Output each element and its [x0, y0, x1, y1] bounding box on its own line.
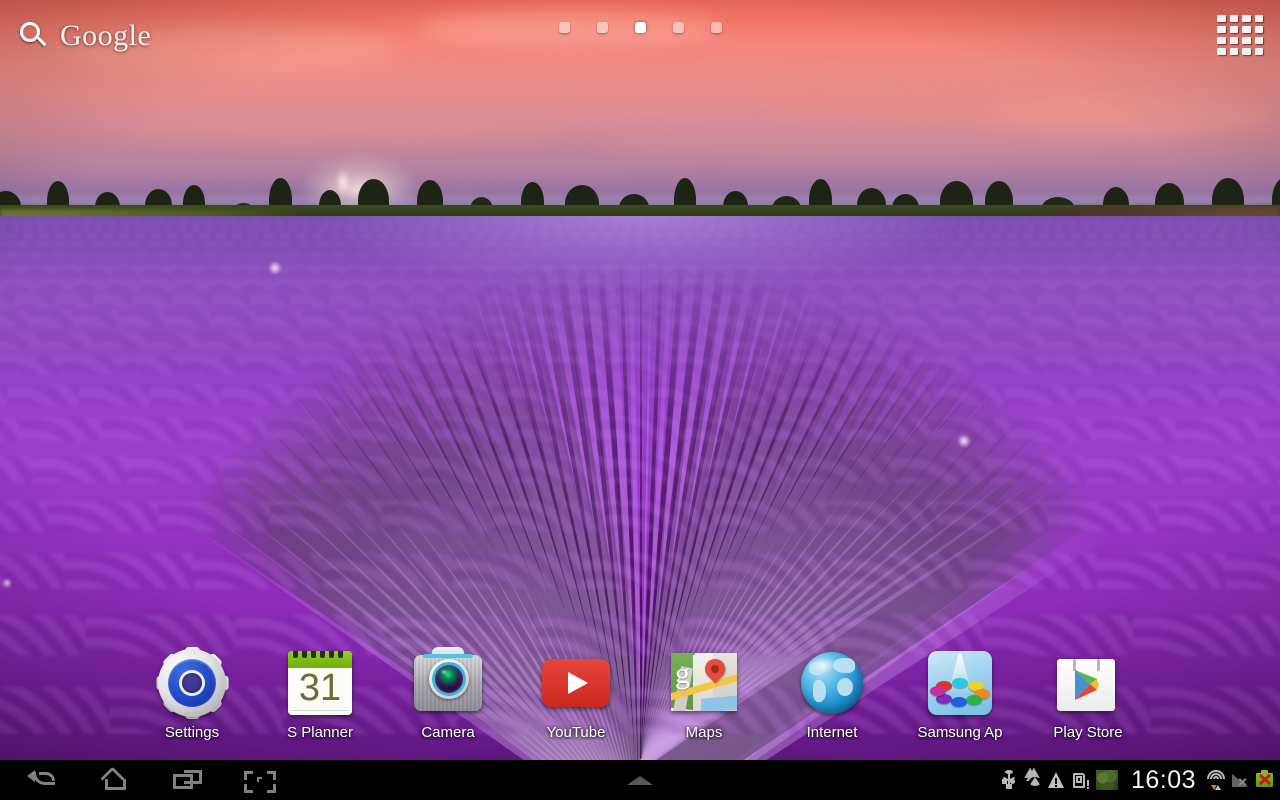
cloud	[140, 110, 560, 146]
screen-capture-icon[interactable]	[242, 765, 278, 795]
android-home-screen: Google Settings	[0, 0, 1280, 800]
maps-icon: g	[668, 647, 740, 719]
home-icon[interactable]	[98, 765, 134, 795]
apps-grid-cell	[1255, 15, 1264, 22]
app-dock: Settings 31 S Planner	[0, 647, 1280, 740]
apps-grid-cell	[1255, 26, 1264, 33]
apps-grid-cell	[1217, 37, 1226, 44]
battery-error-icon	[1255, 770, 1272, 790]
apps-grid-cell	[1242, 48, 1251, 55]
apps-grid-cell	[1230, 48, 1239, 55]
apps-grid-cell	[1242, 26, 1251, 33]
app-label: YouTube	[518, 725, 634, 740]
bush-band	[0, 417, 1280, 442]
app-label: Play Store	[1030, 725, 1146, 740]
apps-grid-cell	[1242, 15, 1251, 22]
apps-grid-icon[interactable]	[1214, 12, 1266, 58]
bush-band	[0, 279, 1280, 291]
apps-grid-cell	[1230, 15, 1239, 22]
apps-grid-cell	[1217, 15, 1226, 22]
page-dot-2[interactable]	[597, 22, 608, 33]
wallpaper	[0, 0, 1280, 760]
app-play-store[interactable]: Play Store	[1024, 647, 1152, 740]
apps-grid-cell	[1230, 26, 1239, 33]
sparkle	[268, 261, 282, 275]
app-label: Internet	[774, 725, 890, 740]
app-label: Samsung Ap	[902, 725, 1018, 740]
wifi-transfer-icon	[1207, 770, 1224, 790]
bush-band	[0, 384, 1280, 406]
app-label: Maps	[646, 725, 762, 740]
warning-icon	[1048, 770, 1065, 790]
globe-icon	[796, 647, 868, 719]
play-triangle-icon	[1074, 669, 1100, 701]
youtube-icon	[540, 647, 612, 719]
calendar-icon: 31	[284, 647, 356, 719]
page-dot-5[interactable]	[711, 22, 722, 33]
bush-band	[0, 356, 1280, 375]
bush-band	[0, 332, 1280, 349]
no-signal-icon	[1231, 770, 1248, 790]
sim-card-alert-icon	[1072, 770, 1089, 790]
settings-gear-icon	[156, 647, 228, 719]
app-label: Camera	[390, 725, 506, 740]
usb-icon	[1000, 770, 1017, 790]
recent-apps-icon[interactable]	[170, 765, 206, 795]
bush-band	[0, 255, 1280, 265]
samsung-apps-icon	[924, 647, 996, 719]
page-dot-4[interactable]	[673, 22, 684, 33]
sparkle	[957, 434, 971, 448]
cloud	[980, 96, 1280, 136]
back-arrow-icon[interactable]	[26, 765, 62, 795]
apps-grid-cell	[1242, 37, 1251, 44]
app-label: S Planner	[262, 725, 378, 740]
page-dot-3[interactable]	[635, 22, 646, 33]
google-search-widget[interactable]: Google	[10, 14, 159, 58]
sparkle	[2, 578, 12, 588]
camera-icon	[412, 647, 484, 719]
apps-grid-cell	[1217, 26, 1226, 33]
app-camera[interactable]: Camera	[384, 647, 512, 740]
app-label: Settings	[134, 725, 250, 740]
clock: 16:03	[1131, 768, 1196, 793]
page-indicator	[0, 22, 1280, 33]
play-store-icon	[1052, 647, 1124, 719]
recycle-icon	[1024, 770, 1041, 790]
app-settings[interactable]: Settings	[128, 647, 256, 740]
page-dot-1[interactable]	[559, 22, 570, 33]
system-navigation-bar: 16:03	[0, 760, 1280, 800]
apps-grid-cell	[1230, 37, 1239, 44]
app-youtube[interactable]: YouTube	[512, 647, 640, 740]
app-s-planner[interactable]: 31 S Planner	[256, 647, 384, 740]
bush-band	[0, 553, 1280, 589]
bush-band	[0, 456, 1280, 484]
bush-band	[0, 294, 1280, 308]
maps-g-glyph: g	[675, 659, 690, 689]
apps-grid-cell	[1255, 48, 1264, 55]
app-maps[interactable]: g Maps	[640, 647, 768, 740]
bush-band	[0, 246, 1280, 255]
status-bar: 16:03	[1000, 760, 1272, 800]
image-thumbnail-icon	[1096, 770, 1118, 790]
app-samsung-apps[interactable]: Samsung Ap	[896, 647, 1024, 740]
cloud	[600, 130, 1120, 160]
apps-grid-cell	[1217, 48, 1226, 55]
bush-band	[0, 501, 1280, 533]
apps-grid-cell	[1255, 37, 1264, 44]
bush-band	[0, 266, 1280, 277]
app-internet[interactable]: Internet	[768, 647, 896, 740]
chevron-up-icon[interactable]	[627, 776, 653, 785]
calendar-day-number: 31	[288, 667, 352, 709]
bush-band	[0, 311, 1280, 326]
